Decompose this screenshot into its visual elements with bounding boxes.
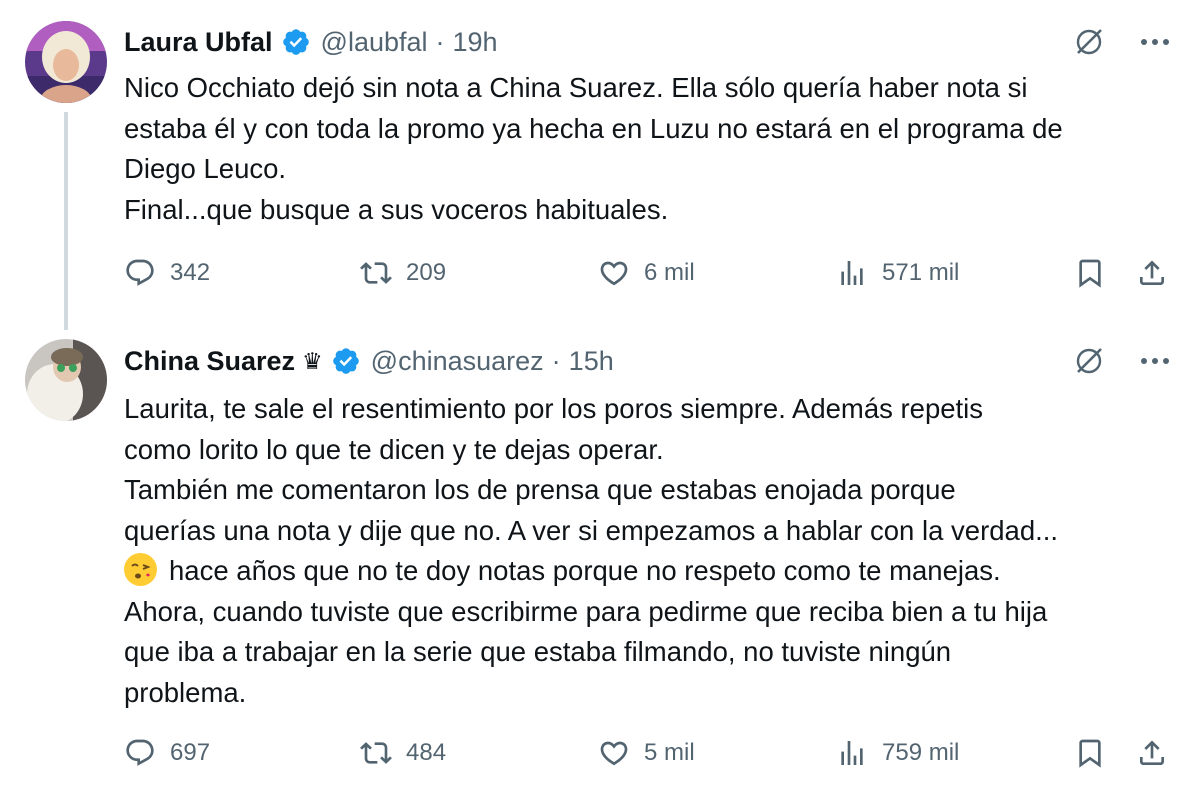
share-icon [1140, 260, 1164, 285]
more-icon[interactable] [1140, 37, 1170, 47]
separator: · [435, 26, 445, 57]
tweet-text-line: Laurita, te sale el resentimiento por lo… [124, 393, 984, 424]
repost-button[interactable]: 209 [360, 253, 446, 293]
avatar[interactable] [25, 339, 107, 421]
repost-count: 209 [406, 259, 447, 286]
tweet-actions: 697 484 5 mil 759 mil [124, 733, 1172, 773]
like-count: 6 mil [644, 259, 695, 286]
tweet-top-actions [1072, 22, 1170, 62]
thread-line [64, 112, 68, 330]
tweet-text-line: Nico Occhiato dejó sin nota a China Suar… [124, 72, 1028, 103]
tweet-header: Laura Ubfal @laubfal · 19h [124, 22, 498, 62]
tweet-text-line: estaba él y con toda la promo ya hecha e… [124, 112, 1063, 144]
separator: · [551, 345, 561, 376]
share-icon [1140, 740, 1164, 765]
repost-button[interactable]: 484 [360, 733, 446, 773]
bookmark-icon [1079, 739, 1101, 768]
kiss-emoji-icon [124, 553, 157, 586]
tweet-text-line: Ahora, cuando tuviste que escribirme par… [124, 595, 1048, 627]
tweet-text-line-with-emoji: hace años que no te doy notas porque no … [124, 551, 1180, 592]
tweet-top-actions [1072, 341, 1170, 381]
reply-count: 342 [170, 259, 211, 286]
repost-icon [360, 262, 392, 284]
handle[interactable]: @laubfal [321, 27, 428, 58]
reply-count: 697 [170, 739, 211, 766]
bookmark-button[interactable] [1074, 253, 1106, 293]
timestamp[interactable]: 19h [453, 27, 498, 58]
tweet-text-line: que iba a trabajar en la serie que estab… [124, 636, 952, 667]
tweet-text-line: También me comentaron los de prensa que … [124, 474, 956, 505]
tweet-header: China Suarez ♛ @chinasuarez · 15h [124, 341, 614, 381]
repost-icon [360, 742, 392, 764]
grok-icon[interactable] [1072, 344, 1106, 378]
display-name[interactable]: Laura Ubfal [124, 27, 273, 58]
tweet-text-line: hace años que no te doy notas porque no … [169, 555, 1001, 586]
verified-badge-icon [332, 348, 359, 374]
repost-count: 484 [406, 739, 447, 766]
like-button[interactable]: 6 mil [598, 253, 695, 293]
reply-icon [126, 259, 154, 286]
like-icon [600, 741, 628, 766]
reply-button[interactable]: 342 [124, 253, 210, 293]
handle[interactable]: @chinasuarez [371, 346, 544, 377]
views-count: 759 mil [882, 739, 960, 766]
more-icon[interactable] [1140, 356, 1170, 366]
reply-button[interactable]: 697 [124, 733, 210, 773]
views-count: 571 mil [882, 259, 960, 286]
tweet-china-suarez[interactable]: China Suarez ♛ @chinasuarez · 15h Laurit… [0, 330, 1200, 793]
views-icon [841, 741, 863, 765]
crown-icon: ♛ [302, 347, 323, 374]
tweet-text-line: querías una nota y dije que no. A ver si… [124, 514, 1059, 546]
views-button[interactable]: 759 mil [836, 733, 959, 773]
bookmark-icon [1079, 259, 1101, 288]
views-button[interactable]: 571 mil [836, 253, 959, 293]
tweet-text-line: Diego Leuco. [124, 153, 287, 184]
avatar[interactable] [25, 21, 107, 103]
share-button[interactable] [1136, 253, 1168, 293]
tweet-actions: 342 209 6 mil 571 mil [124, 253, 1172, 293]
verified-badge-icon [282, 29, 309, 55]
tweet-text: Nico Occhiato dejó sin nota a China Suar… [124, 68, 1180, 230]
like-button[interactable]: 5 mil [598, 733, 695, 773]
tweet-text-line: problema. [124, 676, 247, 708]
grok-icon[interactable] [1072, 25, 1106, 59]
tweet-text-line: como lorito lo que te dicen y te dejas o… [124, 433, 664, 465]
share-button[interactable] [1136, 733, 1168, 773]
views-icon [841, 261, 863, 285]
tweet-laura-ubfal[interactable]: Laura Ubfal @laubfal · 19h Nico Occhiato… [0, 0, 1200, 330]
like-icon [600, 261, 628, 286]
display-name[interactable]: China Suarez [124, 346, 295, 377]
tweet-text: Laurita, te sale el resentimiento por lo… [124, 389, 1180, 713]
timestamp[interactable]: 15h [569, 346, 614, 377]
reply-icon [126, 739, 154, 766]
bookmark-button[interactable] [1074, 733, 1106, 773]
like-count: 5 mil [644, 739, 695, 766]
tweet-text-line: Final...que busque a sus voceros habitua… [124, 193, 669, 225]
